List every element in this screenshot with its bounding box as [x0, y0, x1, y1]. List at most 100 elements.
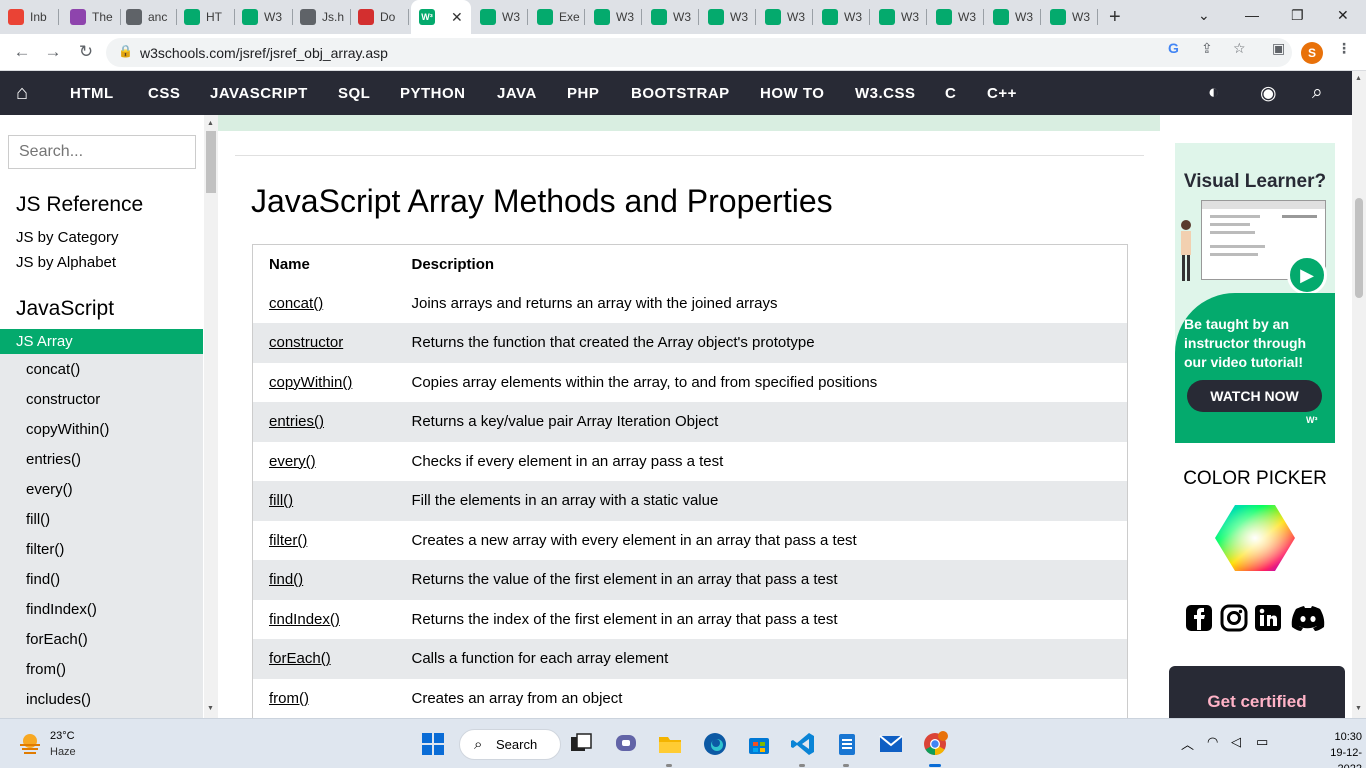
topnav-link-c[interactable]: C — [945, 85, 956, 102]
color-picker-hexagon-icon[interactable] — [1215, 503, 1295, 573]
visual-learner-ad[interactable]: Visual Learner? ▶ Be taught by an instru… — [1175, 143, 1335, 443]
mail-icon[interactable] — [878, 731, 904, 757]
bookmark-star-icon[interactable]: ☆ — [1233, 40, 1246, 57]
method-link[interactable]: from() — [269, 690, 309, 707]
sidebar-method-link[interactable]: includes() — [26, 691, 91, 708]
sidebar-scroll-thumb[interactable] — [206, 131, 216, 193]
discord-icon[interactable] — [1290, 604, 1326, 632]
profile-avatar[interactable]: S — [1301, 42, 1323, 64]
home-icon[interactable]: ⌂ — [16, 82, 28, 105]
browser-tab[interactable]: HT — [176, 5, 228, 29]
edge-browser-icon[interactable] — [702, 731, 728, 757]
close-tab-icon[interactable]: ✕ — [451, 9, 463, 26]
method-link[interactable]: findIndex() — [269, 611, 340, 628]
browser-tab[interactable]: W3 — [757, 5, 809, 29]
dark-mode-icon[interactable]: ◐ — [1208, 82, 1219, 104]
sidebar-method-link[interactable]: find() — [26, 571, 60, 588]
topnav-link-java[interactable]: JAVA — [497, 85, 537, 102]
share-icon[interactable]: ⇪ — [1201, 40, 1213, 57]
show-hidden-icons-icon[interactable]: ︿ — [1181, 734, 1194, 753]
search-icon[interactable]: ⌕ — [1312, 82, 1323, 104]
method-link[interactable]: forEach() — [269, 650, 331, 667]
sidebar-method-link[interactable]: constructor — [26, 391, 100, 408]
windows-start-icon[interactable] — [420, 731, 446, 757]
get-certified-banner[interactable]: Get certified — [1169, 666, 1345, 718]
topnav-link-html[interactable]: HTML — [70, 85, 114, 102]
sidebar-item-js-array[interactable]: JS Array — [0, 329, 203, 354]
browser-tab[interactable]: Inb — [0, 5, 52, 29]
play-icon[interactable]: ▶ — [1287, 255, 1327, 295]
restore-button[interactable]: ❐ — [1291, 4, 1304, 26]
system-clock[interactable]: 10:30 19-12-2022 — [1312, 729, 1362, 768]
topnav-link-cplusplus[interactable]: C++ — [987, 85, 1017, 102]
notepad-icon[interactable] — [834, 731, 860, 757]
topnav-link-w3css[interactable]: W3.CSS — [855, 85, 916, 102]
file-explorer-icon[interactable] — [657, 731, 683, 757]
instagram-icon[interactable] — [1220, 604, 1248, 632]
color-picker-title[interactable]: COLOR PICKER — [1160, 468, 1350, 490]
volume-icon[interactable]: ◁ — [1231, 734, 1241, 750]
browser-tab[interactable]: W3 — [700, 5, 752, 29]
tab-search-icon[interactable]: ⌄ — [1198, 4, 1210, 26]
microsoft-store-icon[interactable] — [746, 731, 772, 757]
browser-tab[interactable]: W3 — [928, 5, 980, 29]
weather-condition[interactable]: Haze — [50, 746, 76, 758]
browser-tab[interactable]: The — [62, 5, 114, 29]
browser-tab[interactable]: anc — [118, 5, 170, 29]
forward-icon[interactable]: → — [41, 40, 65, 64]
sidebar-method-link[interactable]: from() — [26, 661, 66, 678]
wifi-icon[interactable]: ◠ — [1207, 734, 1218, 750]
chrome-icon[interactable] — [922, 731, 948, 757]
sidebar-method-link[interactable]: fill() — [26, 511, 50, 528]
topnav-link-sql[interactable]: SQL — [338, 85, 370, 102]
browser-tab[interactable]: W3 — [234, 5, 286, 29]
sidebar-method-link[interactable]: concat() — [26, 361, 80, 378]
task-view-icon[interactable] — [568, 731, 594, 757]
sidebar-method-link[interactable]: findIndex() — [26, 601, 97, 618]
topnav-link-python[interactable]: PYTHON — [400, 85, 466, 102]
google-translate-icon[interactable]: G — [1168, 40, 1179, 56]
browser-tab[interactable]: W3 — [871, 5, 923, 29]
method-link[interactable]: fill() — [269, 492, 293, 509]
facebook-icon[interactable] — [1185, 604, 1213, 632]
page-scroll-thumb[interactable] — [1355, 198, 1363, 298]
back-icon[interactable]: ← — [10, 40, 34, 64]
topnav-link-howto[interactable]: HOW TO — [760, 85, 824, 102]
menu-kebab-icon[interactable]: ⋮ — [1337, 40, 1351, 57]
reload-icon[interactable]: ↻ — [74, 40, 98, 64]
method-link[interactable]: constructor — [269, 334, 343, 351]
sidebar-link-by-alphabet[interactable]: JS by Alphabet — [16, 254, 116, 271]
topnav-link-bootstrap[interactable]: BOOTSTRAP — [631, 85, 730, 102]
browser-tab[interactable]: W3 — [643, 5, 695, 29]
method-link[interactable]: filter() — [269, 532, 307, 549]
weather-temperature[interactable]: 23°C — [50, 730, 75, 742]
sidebar-method-link[interactable]: every() — [26, 481, 73, 498]
browser-tab[interactable]: Js.h — [292, 5, 344, 29]
linkedin-icon[interactable] — [1254, 604, 1282, 632]
method-link[interactable]: entries() — [269, 413, 324, 430]
method-link[interactable]: copyWithin() — [269, 374, 352, 391]
sidebar-link-by-category[interactable]: JS by Category — [16, 229, 119, 246]
browser-tab[interactable]: W3 — [1042, 5, 1094, 29]
method-link[interactable]: every() — [269, 453, 316, 470]
method-link[interactable]: concat() — [269, 295, 323, 312]
minimize-button[interactable]: — — [1245, 4, 1259, 26]
sidebar-search-input[interactable]: Search... — [8, 135, 196, 169]
haze-weather-icon[interactable] — [18, 731, 42, 755]
browser-tab[interactable]: W3 — [814, 5, 866, 29]
topnav-link-javascript[interactable]: JAVASCRIPT — [210, 85, 308, 102]
topnav-link-css[interactable]: CSS — [148, 85, 180, 102]
side-panel-icon[interactable]: ▣ — [1272, 40, 1285, 57]
taskbar-search-box[interactable]: ⌕ Search — [459, 729, 561, 760]
sidebar-method-link[interactable]: copyWithin() — [26, 421, 109, 438]
close-window-button[interactable]: ✕ — [1337, 4, 1349, 26]
teams-chat-icon[interactable] — [613, 731, 639, 757]
browser-tab[interactable]: Exe — [529, 5, 581, 29]
method-link[interactable]: find() — [269, 571, 303, 588]
sidebar-method-link[interactable]: forEach() — [26, 631, 88, 648]
vscode-icon[interactable] — [790, 731, 816, 757]
address-bar[interactable]: 🔒 w3schools.com/jsref/jsref_obj_array.as… — [106, 38, 1292, 67]
browser-tab[interactable]: W3 — [586, 5, 638, 29]
browser-tab[interactable]: W3 — [985, 5, 1037, 29]
globe-icon[interactable]: ◉ — [1260, 82, 1277, 105]
